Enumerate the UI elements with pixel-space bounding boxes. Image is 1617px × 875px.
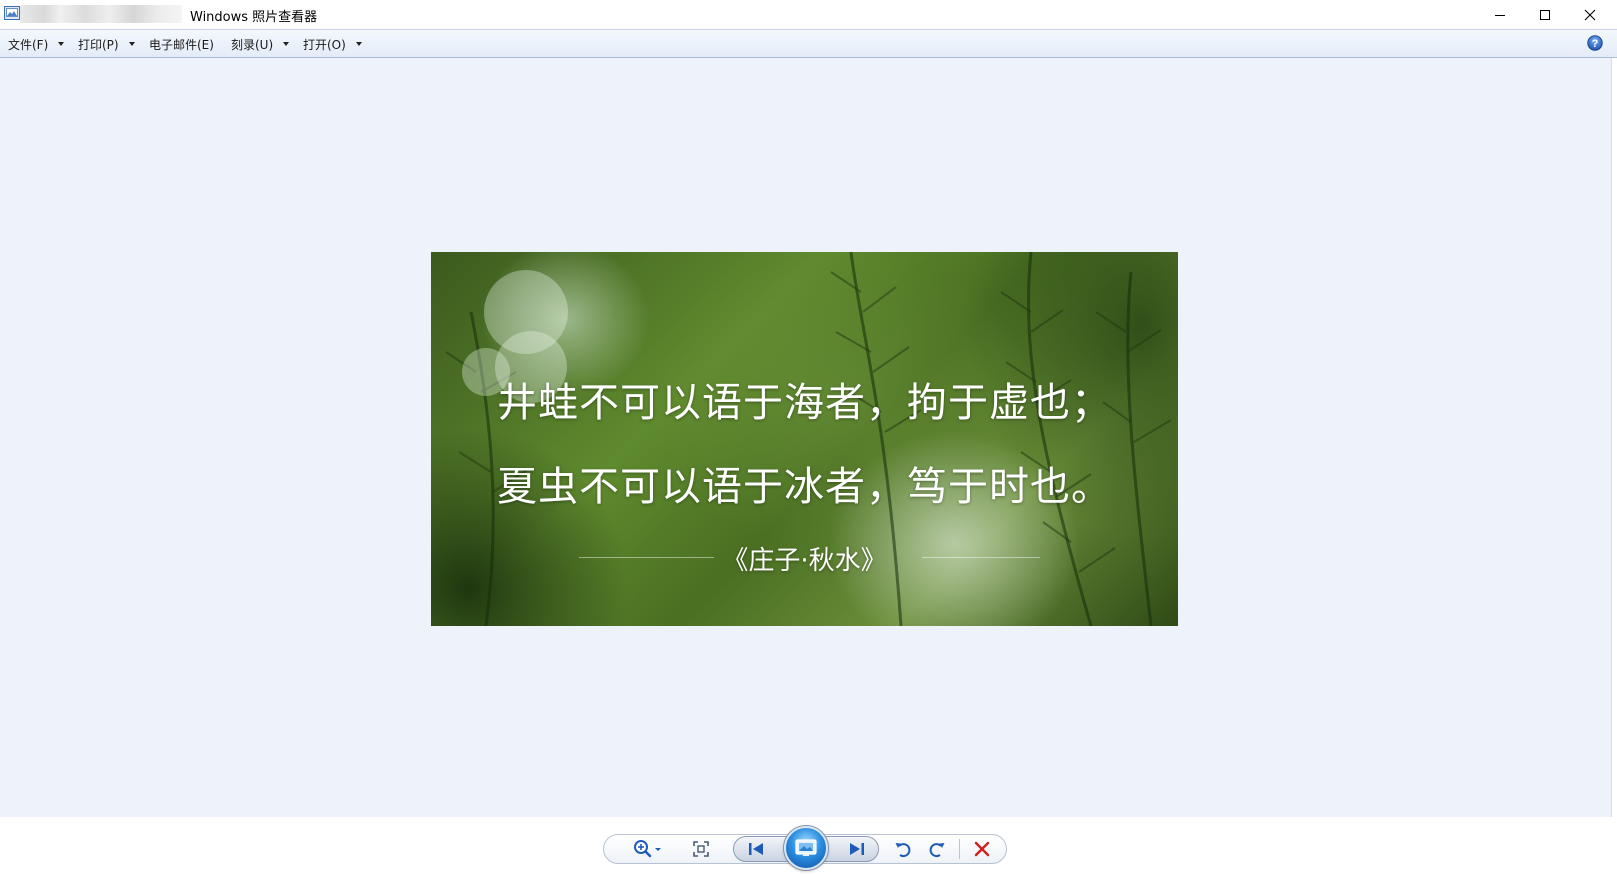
previous-button[interactable] bbox=[742, 839, 770, 859]
menu-email[interactable]: 电子邮件(E) bbox=[149, 35, 214, 53]
toolbar-separator bbox=[959, 839, 960, 859]
menu-open-label: 打开(O) bbox=[303, 37, 346, 52]
next-button[interactable] bbox=[843, 839, 871, 859]
photo-viewer-app-icon bbox=[4, 6, 20, 20]
next-icon bbox=[850, 843, 864, 855]
rotate-right-icon bbox=[929, 843, 945, 858]
slideshow-button[interactable] bbox=[784, 826, 828, 870]
title-bar[interactable]: Windows 照片查看器 bbox=[0, 0, 1617, 29]
menu-burn-label: 刻录(U) bbox=[231, 37, 274, 52]
zoom-button[interactable] bbox=[630, 838, 666, 860]
rotate-left-icon bbox=[895, 843, 911, 858]
dropdown-arrow-icon bbox=[283, 42, 290, 46]
displayed-photo: 井蛙不可以语于海者，拘于虚也； 夏虫不可以语于冰者，笃于时也。 《庄子·秋水》 bbox=[431, 252, 1178, 626]
minimize-button[interactable] bbox=[1477, 0, 1523, 29]
window-right-edge bbox=[1611, 58, 1617, 817]
slideshow-icon bbox=[795, 839, 817, 856]
actual-size-button[interactable] bbox=[690, 838, 712, 860]
magnifier-zoom-icon bbox=[634, 840, 661, 858]
window-title: Windows 照片查看器 bbox=[190, 10, 318, 25]
menu-print-label: 打印(P) bbox=[78, 37, 119, 52]
menu-file[interactable]: 文件(F) bbox=[8, 35, 65, 53]
rotate-clockwise-button[interactable] bbox=[926, 838, 948, 860]
maximize-icon bbox=[1540, 9, 1550, 20]
menu-bar: 文件(F) 打印(P) 电子邮件(E) 刻录(U) 打开(O) bbox=[0, 29, 1617, 58]
photo-viewer-window: Windows 照片查看器 文件(F) 打印(P) 电子邮件(E) 刻录(U) … bbox=[0, 0, 1617, 875]
dropdown-arrow-icon bbox=[355, 42, 362, 46]
dropdown-arrow-icon bbox=[58, 42, 65, 46]
quote-line-1: 井蛙不可以语于海者，拘于虚也； bbox=[497, 380, 1112, 426]
previous-icon bbox=[749, 843, 763, 855]
menu-print[interactable]: 打印(P) bbox=[78, 35, 135, 53]
quote-source: 《庄子·秋水》 bbox=[722, 546, 887, 576]
menu-burn[interactable]: 刻录(U) bbox=[231, 35, 290, 53]
maximize-button[interactable] bbox=[1522, 0, 1568, 29]
delete-button[interactable] bbox=[971, 838, 993, 860]
svg-text:?: ? bbox=[1592, 38, 1599, 50]
minimize-icon bbox=[1495, 14, 1505, 16]
close-icon bbox=[1584, 9, 1596, 20]
blurred-filename bbox=[20, 5, 182, 23]
fit-window-icon bbox=[693, 841, 709, 857]
help-icon[interactable]: ? bbox=[1587, 35, 1603, 51]
quote-line-2: 夏虫不可以语于冰者，笃于时也。 bbox=[497, 464, 1112, 510]
menu-file-label: 文件(F) bbox=[8, 37, 49, 52]
rotate-counterclockwise-button[interactable] bbox=[892, 838, 914, 860]
menu-open[interactable]: 打开(O) bbox=[303, 35, 362, 53]
delete-icon bbox=[974, 841, 990, 857]
dropdown-arrow-icon bbox=[128, 42, 135, 46]
close-button[interactable] bbox=[1567, 0, 1613, 29]
menu-email-label: 电子邮件(E) bbox=[149, 37, 214, 52]
